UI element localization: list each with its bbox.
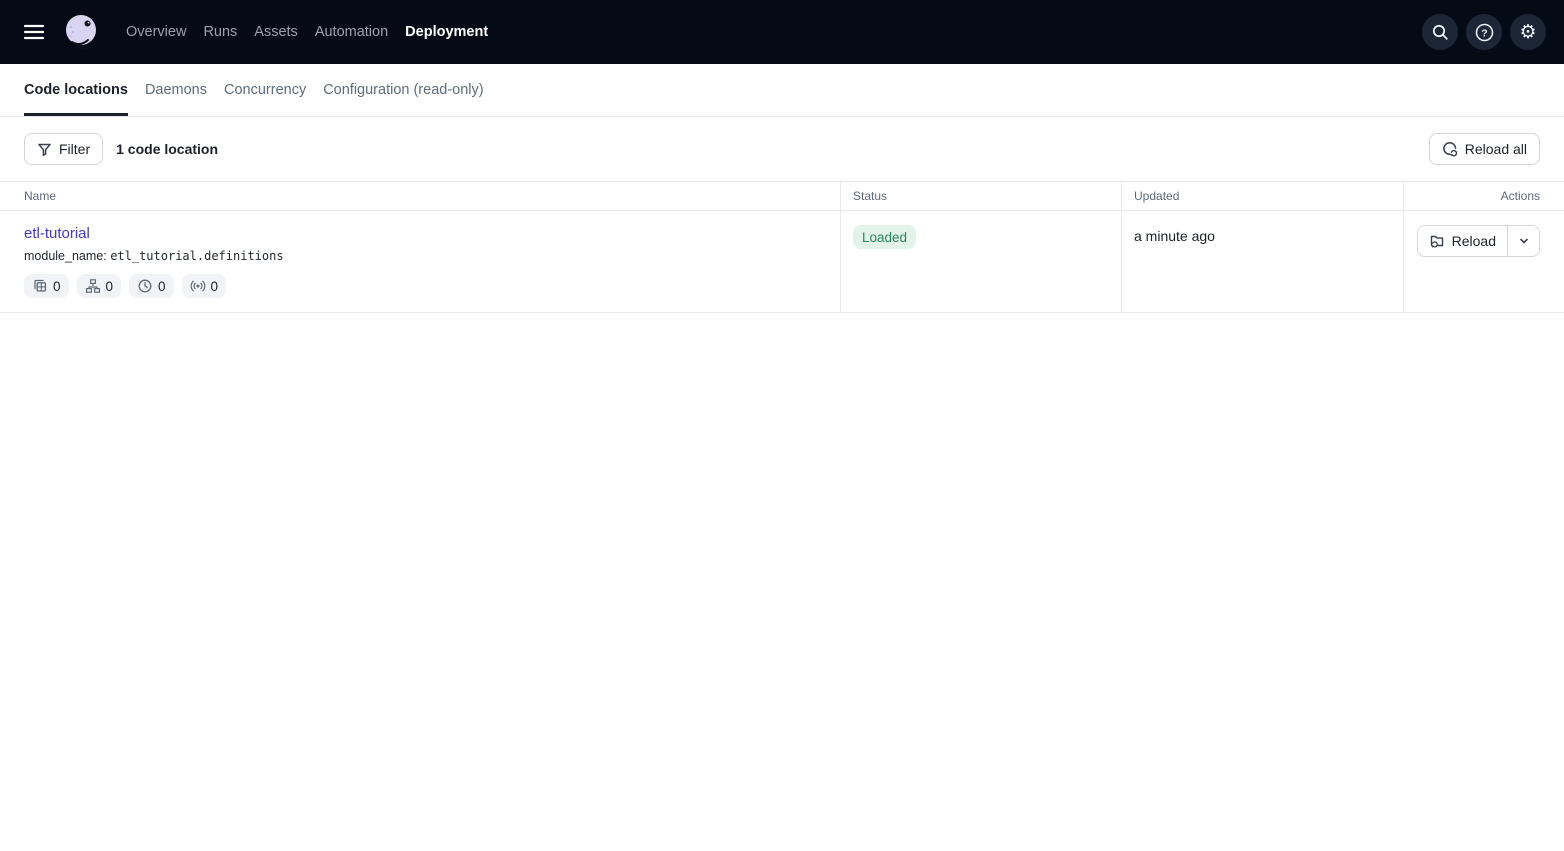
column-header-updated: Updated	[1122, 182, 1404, 210]
chevron-down-icon	[1517, 234, 1531, 248]
jobs-count-badge: 0	[77, 274, 122, 298]
tab-daemons[interactable]: Daemons	[145, 64, 207, 116]
search-icon	[1431, 23, 1449, 41]
gear-icon: ⚙	[1519, 23, 1536, 42]
primary-nav: Overview Runs Assets Automation Deployme…	[126, 18, 488, 46]
job-icon	[85, 278, 101, 294]
sensors-count: 0	[211, 279, 219, 294]
reload-location-icon	[1429, 233, 1445, 249]
module-name-line: module_name: etl_tutorial.definitions	[24, 249, 828, 263]
jobs-count: 0	[106, 279, 114, 294]
table-row: etl-tutorial module_name: etl_tutorial.d…	[0, 211, 1564, 313]
schedules-count-badge: 0	[129, 274, 174, 298]
tab-concurrency[interactable]: Concurrency	[224, 64, 306, 116]
filter-button[interactable]: Filter	[24, 133, 103, 165]
assets-count: 0	[53, 279, 61, 294]
top-navbar: Overview Runs Assets Automation Deployme…	[0, 0, 1564, 64]
sensors-count-badge: 0	[182, 274, 227, 298]
nav-item-runs[interactable]: Runs	[203, 18, 237, 46]
status-badge: Loaded	[853, 225, 916, 249]
settings-button[interactable]: ⚙	[1510, 14, 1546, 50]
schedule-icon	[137, 278, 153, 294]
nav-item-assets[interactable]: Assets	[254, 18, 298, 46]
reload-split-button: Reload	[1417, 225, 1540, 257]
definition-count-badges: 0 0	[24, 274, 828, 298]
status-cell: Loaded	[841, 211, 1122, 312]
updated-cell: a minute ago	[1122, 211, 1404, 312]
help-icon: ?	[1475, 23, 1494, 42]
name-cell: etl-tutorial module_name: etl_tutorial.d…	[0, 211, 841, 312]
table-header: Name Status Updated Actions	[0, 181, 1564, 211]
code-location-count: 1 code location	[116, 141, 218, 157]
nav-item-deployment[interactable]: Deployment	[405, 18, 488, 46]
search-button[interactable]	[1422, 14, 1458, 50]
code-locations-toolbar: Filter 1 code location Reload all	[0, 117, 1564, 181]
sensor-icon	[190, 278, 206, 294]
reload-button-label: Reload	[1452, 233, 1496, 249]
reload-all-icon	[1442, 141, 1458, 157]
updated-timestamp: a minute ago	[1134, 225, 1391, 244]
assets-count-badge: 0	[24, 274, 69, 298]
reload-all-label: Reload all	[1465, 141, 1527, 157]
code-location-link[interactable]: etl-tutorial	[24, 225, 90, 242]
filter-icon	[37, 142, 52, 157]
tab-code-locations[interactable]: Code locations	[24, 64, 128, 116]
menu-icon[interactable]	[14, 12, 54, 52]
column-header-actions: Actions	[1404, 182, 1564, 210]
tab-configuration[interactable]: Configuration (read-only)	[323, 64, 483, 116]
nav-item-overview[interactable]: Overview	[126, 18, 186, 46]
filter-label: Filter	[59, 141, 90, 157]
reload-options-button[interactable]	[1508, 226, 1539, 256]
dagster-logo[interactable]	[60, 10, 104, 54]
svg-text:?: ?	[1481, 27, 1487, 39]
column-header-status: Status	[841, 182, 1122, 210]
help-button[interactable]: ?	[1466, 14, 1502, 50]
nav-item-automation[interactable]: Automation	[315, 18, 388, 46]
module-name-label: module_name:	[24, 249, 107, 263]
deployment-tabs: Code locations Daemons Concurrency Confi…	[0, 64, 1564, 117]
actions-cell: Reload	[1404, 211, 1564, 312]
reload-all-button[interactable]: Reload all	[1429, 133, 1540, 165]
assets-icon	[32, 278, 48, 294]
module-name-value: etl_tutorial.definitions	[110, 249, 283, 263]
reload-button[interactable]: Reload	[1418, 226, 1508, 256]
column-header-name: Name	[0, 182, 841, 210]
schedules-count: 0	[158, 279, 166, 294]
